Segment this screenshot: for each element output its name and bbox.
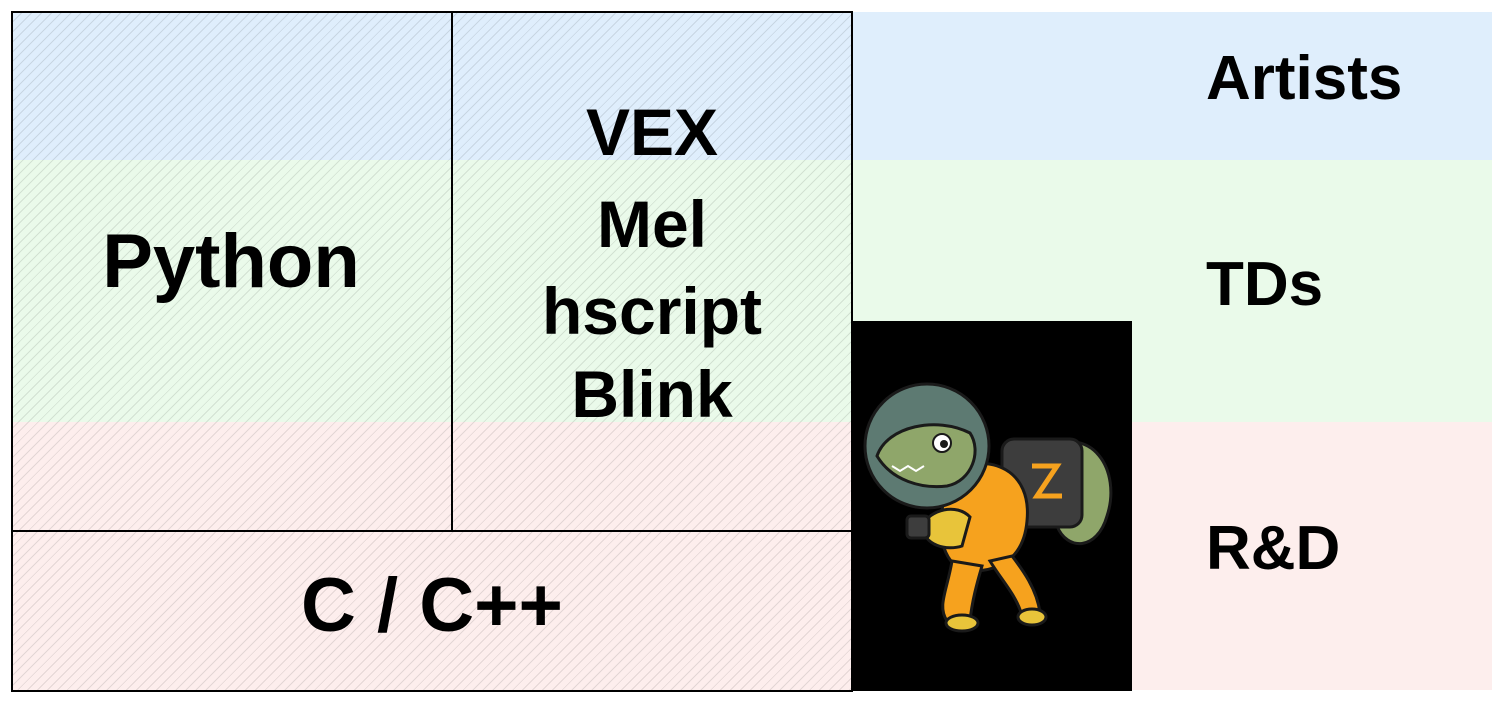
blink-label: Blink <box>571 357 733 431</box>
mel-label: Mel <box>596 187 708 261</box>
role-artists-label: Artists <box>1206 44 1403 113</box>
c-cpp-label: C / C++ <box>301 563 563 648</box>
scripting-languages-box <box>451 11 853 532</box>
lizard-astronaut-icon <box>863 382 1113 633</box>
role-tds-label: TDs <box>1206 250 1324 319</box>
mascot-panel <box>852 321 1132 691</box>
role-rnd-label: R&D <box>1206 514 1341 583</box>
vex-label: VEX <box>585 95 719 169</box>
python-label: Python <box>102 219 360 304</box>
hscript-label: hscript <box>541 274 763 348</box>
